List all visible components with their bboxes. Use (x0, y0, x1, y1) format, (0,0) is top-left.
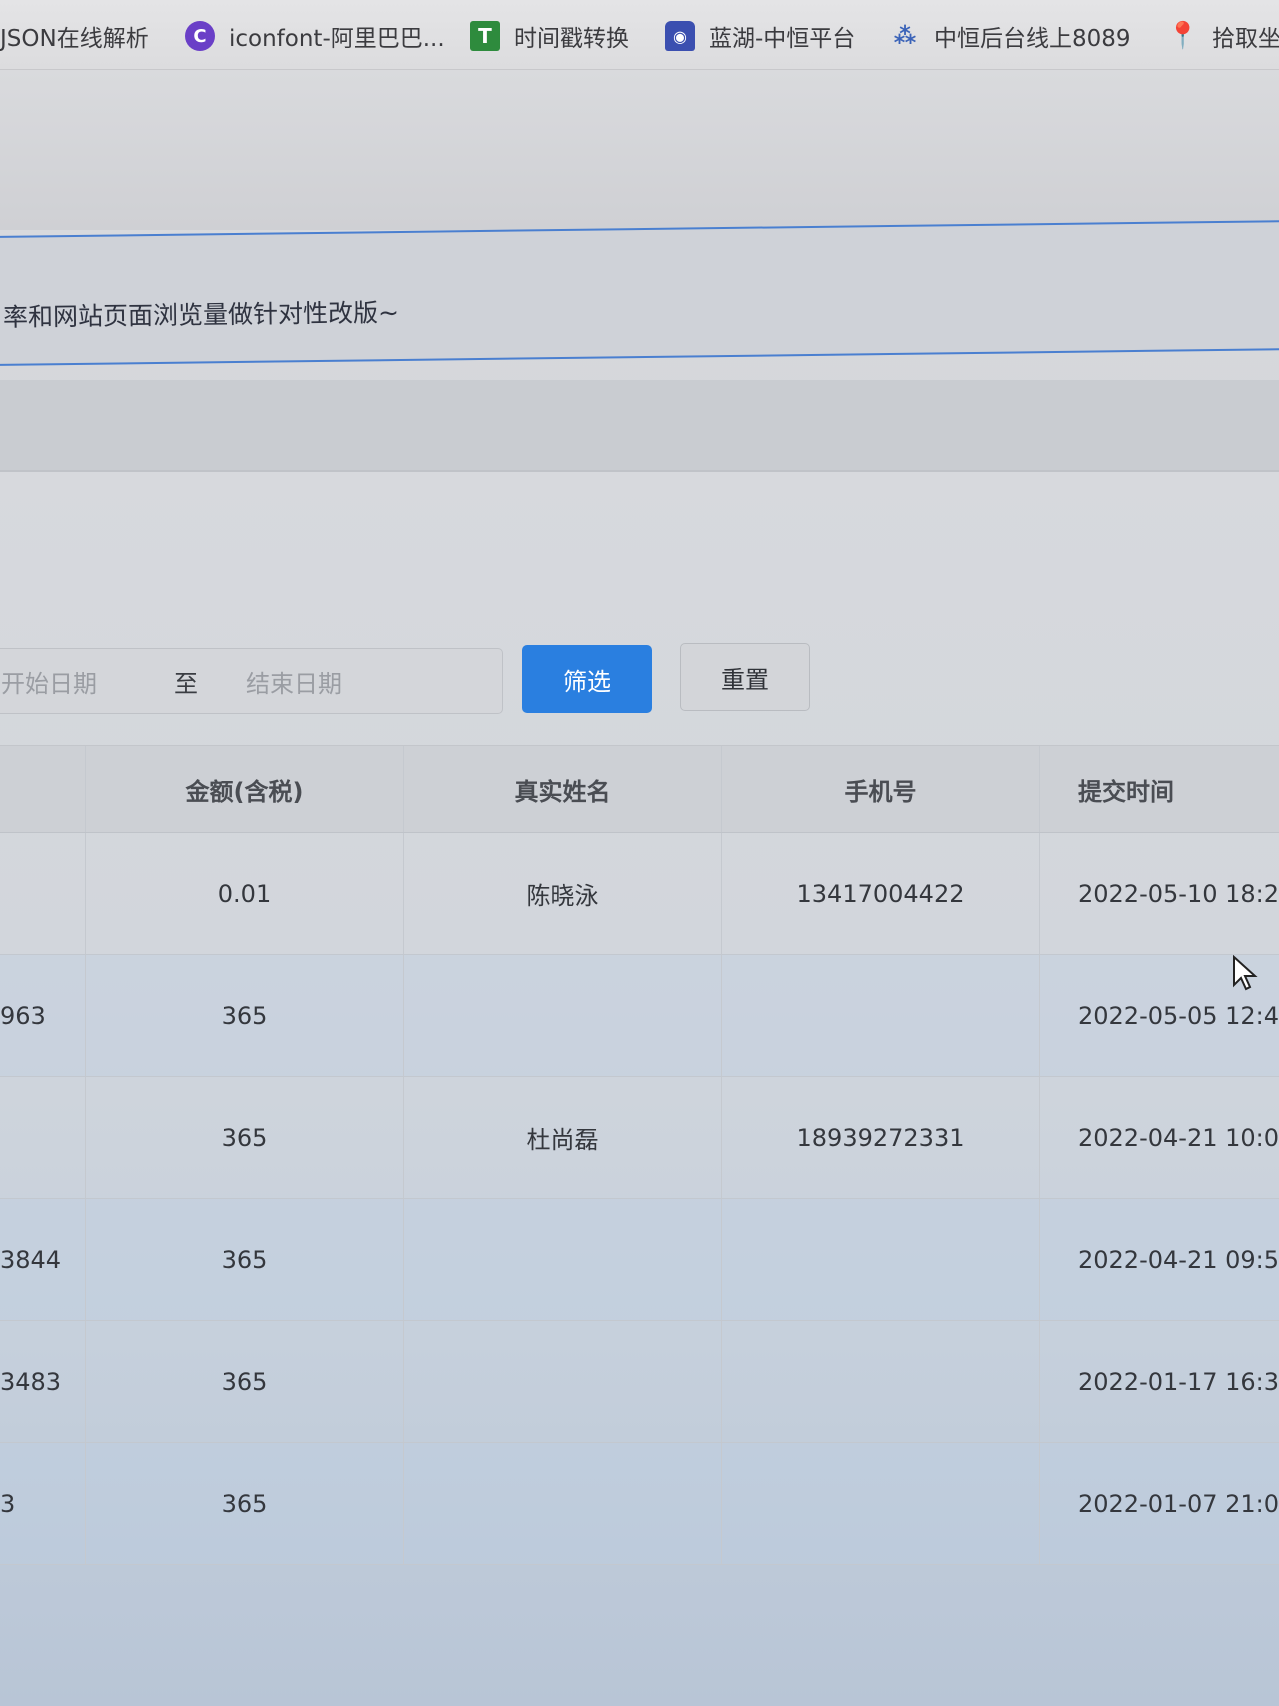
table-row: 3844 365 2022-04-21 09:50 (0, 1199, 1279, 1321)
cell-real-name: 陈晓泳 (403, 833, 721, 954)
lanhu-logo-icon: ◉ (665, 21, 695, 51)
table-row: 3 365 2022-01-07 21:09 (0, 1443, 1279, 1565)
records-table: 金额(含税) 真实姓名 手机号 提交时间 0.01 陈晓泳 1341700442… (0, 745, 1279, 1565)
timestamp-logo-icon: T (470, 21, 500, 51)
bookmarks-bar: JSON在线解析 C iconfont-阿里巴巴... T 时间戳转换 ◉ 蓝湖… (0, 0, 1279, 70)
bookmark-label: 拾取坐 (1212, 26, 1279, 52)
header-real-name: 真实姓名 (403, 746, 721, 832)
cell-real-name (403, 1443, 721, 1564)
bookmark-iconfont[interactable]: C iconfont-阿里巴巴... (185, 18, 445, 54)
cell-phone (721, 955, 1039, 1076)
header-id (0, 746, 85, 832)
cell-amount: 0.01 (85, 833, 403, 954)
bookmark-label: 时间戳转换 (514, 26, 629, 52)
section-divider (0, 380, 1279, 470)
notice-banner: 率和网站页面浏览量做针对性改版~ (0, 220, 1279, 366)
mouse-pointer-icon (1233, 955, 1258, 991)
table-row: 365 杜尚磊 18939272331 2022-04-21 10:06 (0, 1077, 1279, 1199)
header-area (0, 70, 1279, 230)
end-date-input[interactable]: 结束日期 (241, 664, 502, 699)
bookmark-label: iconfont-阿里巴巴... (229, 26, 445, 52)
bookmark-backend[interactable]: ⁂ 中恒后台线上8089 (890, 18, 1131, 54)
notice-text: 率和网站页面浏览量做针对性改版~ (2, 298, 400, 332)
table-header-row: 金额(含税) 真实姓名 手机号 提交时间 (0, 745, 1279, 833)
cell-real-name (403, 1321, 721, 1442)
cell-amount: 365 (85, 1077, 403, 1198)
cell-phone (721, 1443, 1039, 1564)
cell-submit-time: 2022-01-07 21:09 (1039, 1443, 1279, 1564)
cell-submit-time: 2022-04-21 09:50 (1039, 1199, 1279, 1320)
header-phone: 手机号 (721, 746, 1039, 832)
table-row: 3483 365 2022-01-17 16:30 (0, 1321, 1279, 1443)
cell-submit-time: 2022-01-17 16:30 (1039, 1321, 1279, 1442)
bookmark-label: JSON在线解析 (0, 26, 149, 52)
cell-real-name (403, 1199, 721, 1320)
cell-id: 3 (0, 1489, 16, 1518)
bookmark-label: 蓝湖-中恒平台 (709, 26, 856, 52)
bookmark-json[interactable]: JSON在线解析 (0, 18, 149, 54)
cell-real-name (403, 955, 721, 1076)
cell-phone (721, 1199, 1039, 1320)
table-row: 0.01 陈晓泳 13417004422 2022-05-10 18:24 (0, 833, 1279, 955)
start-date-input[interactable]: 开始日期 (0, 664, 131, 699)
cell-phone (721, 1321, 1039, 1442)
cell-amount: 365 (85, 955, 403, 1076)
cell-amount: 365 (85, 1199, 403, 1320)
cell-id: 3844 (0, 1245, 62, 1274)
bookmark-lanhu[interactable]: ◉ 蓝湖-中恒平台 (665, 18, 855, 54)
filter-button[interactable]: 筛选 (522, 645, 652, 713)
bookmark-coordinate[interactable]: 📍 拾取坐 (1166, 18, 1279, 54)
cell-submit-time: 2022-05-10 18:24 (1039, 833, 1279, 954)
map-pin-icon: 📍 (1166, 21, 1200, 51)
header-amount: 金额(含税) (85, 746, 403, 832)
cell-amount: 365 (85, 1443, 403, 1564)
date-range-picker[interactable]: 开始日期 至 结束日期 (0, 648, 503, 714)
cell-id: 3483 (0, 1367, 62, 1396)
cell-id (0, 1077, 85, 1198)
reset-button[interactable]: 重置 (680, 643, 810, 711)
cell-submit-time: 2022-04-21 10:06 (1039, 1077, 1279, 1198)
table-row: 963 365 2022-05-05 12:46 (0, 955, 1279, 1077)
cell-phone: 13417004422 (721, 833, 1039, 954)
cell-id (0, 833, 85, 954)
cell-id: 963 (0, 1001, 46, 1030)
iconfont-logo-icon: C (185, 21, 215, 51)
date-separator: 至 (174, 669, 198, 698)
bookmark-label: 中恒后台线上8089 (934, 26, 1131, 52)
cell-amount: 365 (85, 1321, 403, 1442)
header-submit-time: 提交时间 (1039, 746, 1279, 832)
page: JSON在线解析 C iconfont-阿里巴巴... T 时间戳转换 ◉ 蓝湖… (0, 0, 1279, 1706)
network-nodes-icon: ⁂ (893, 23, 917, 49)
cell-phone: 18939272331 (721, 1077, 1039, 1198)
bookmark-timestamp[interactable]: T 时间戳转换 (470, 18, 629, 54)
cell-real-name: 杜尚磊 (403, 1077, 721, 1198)
